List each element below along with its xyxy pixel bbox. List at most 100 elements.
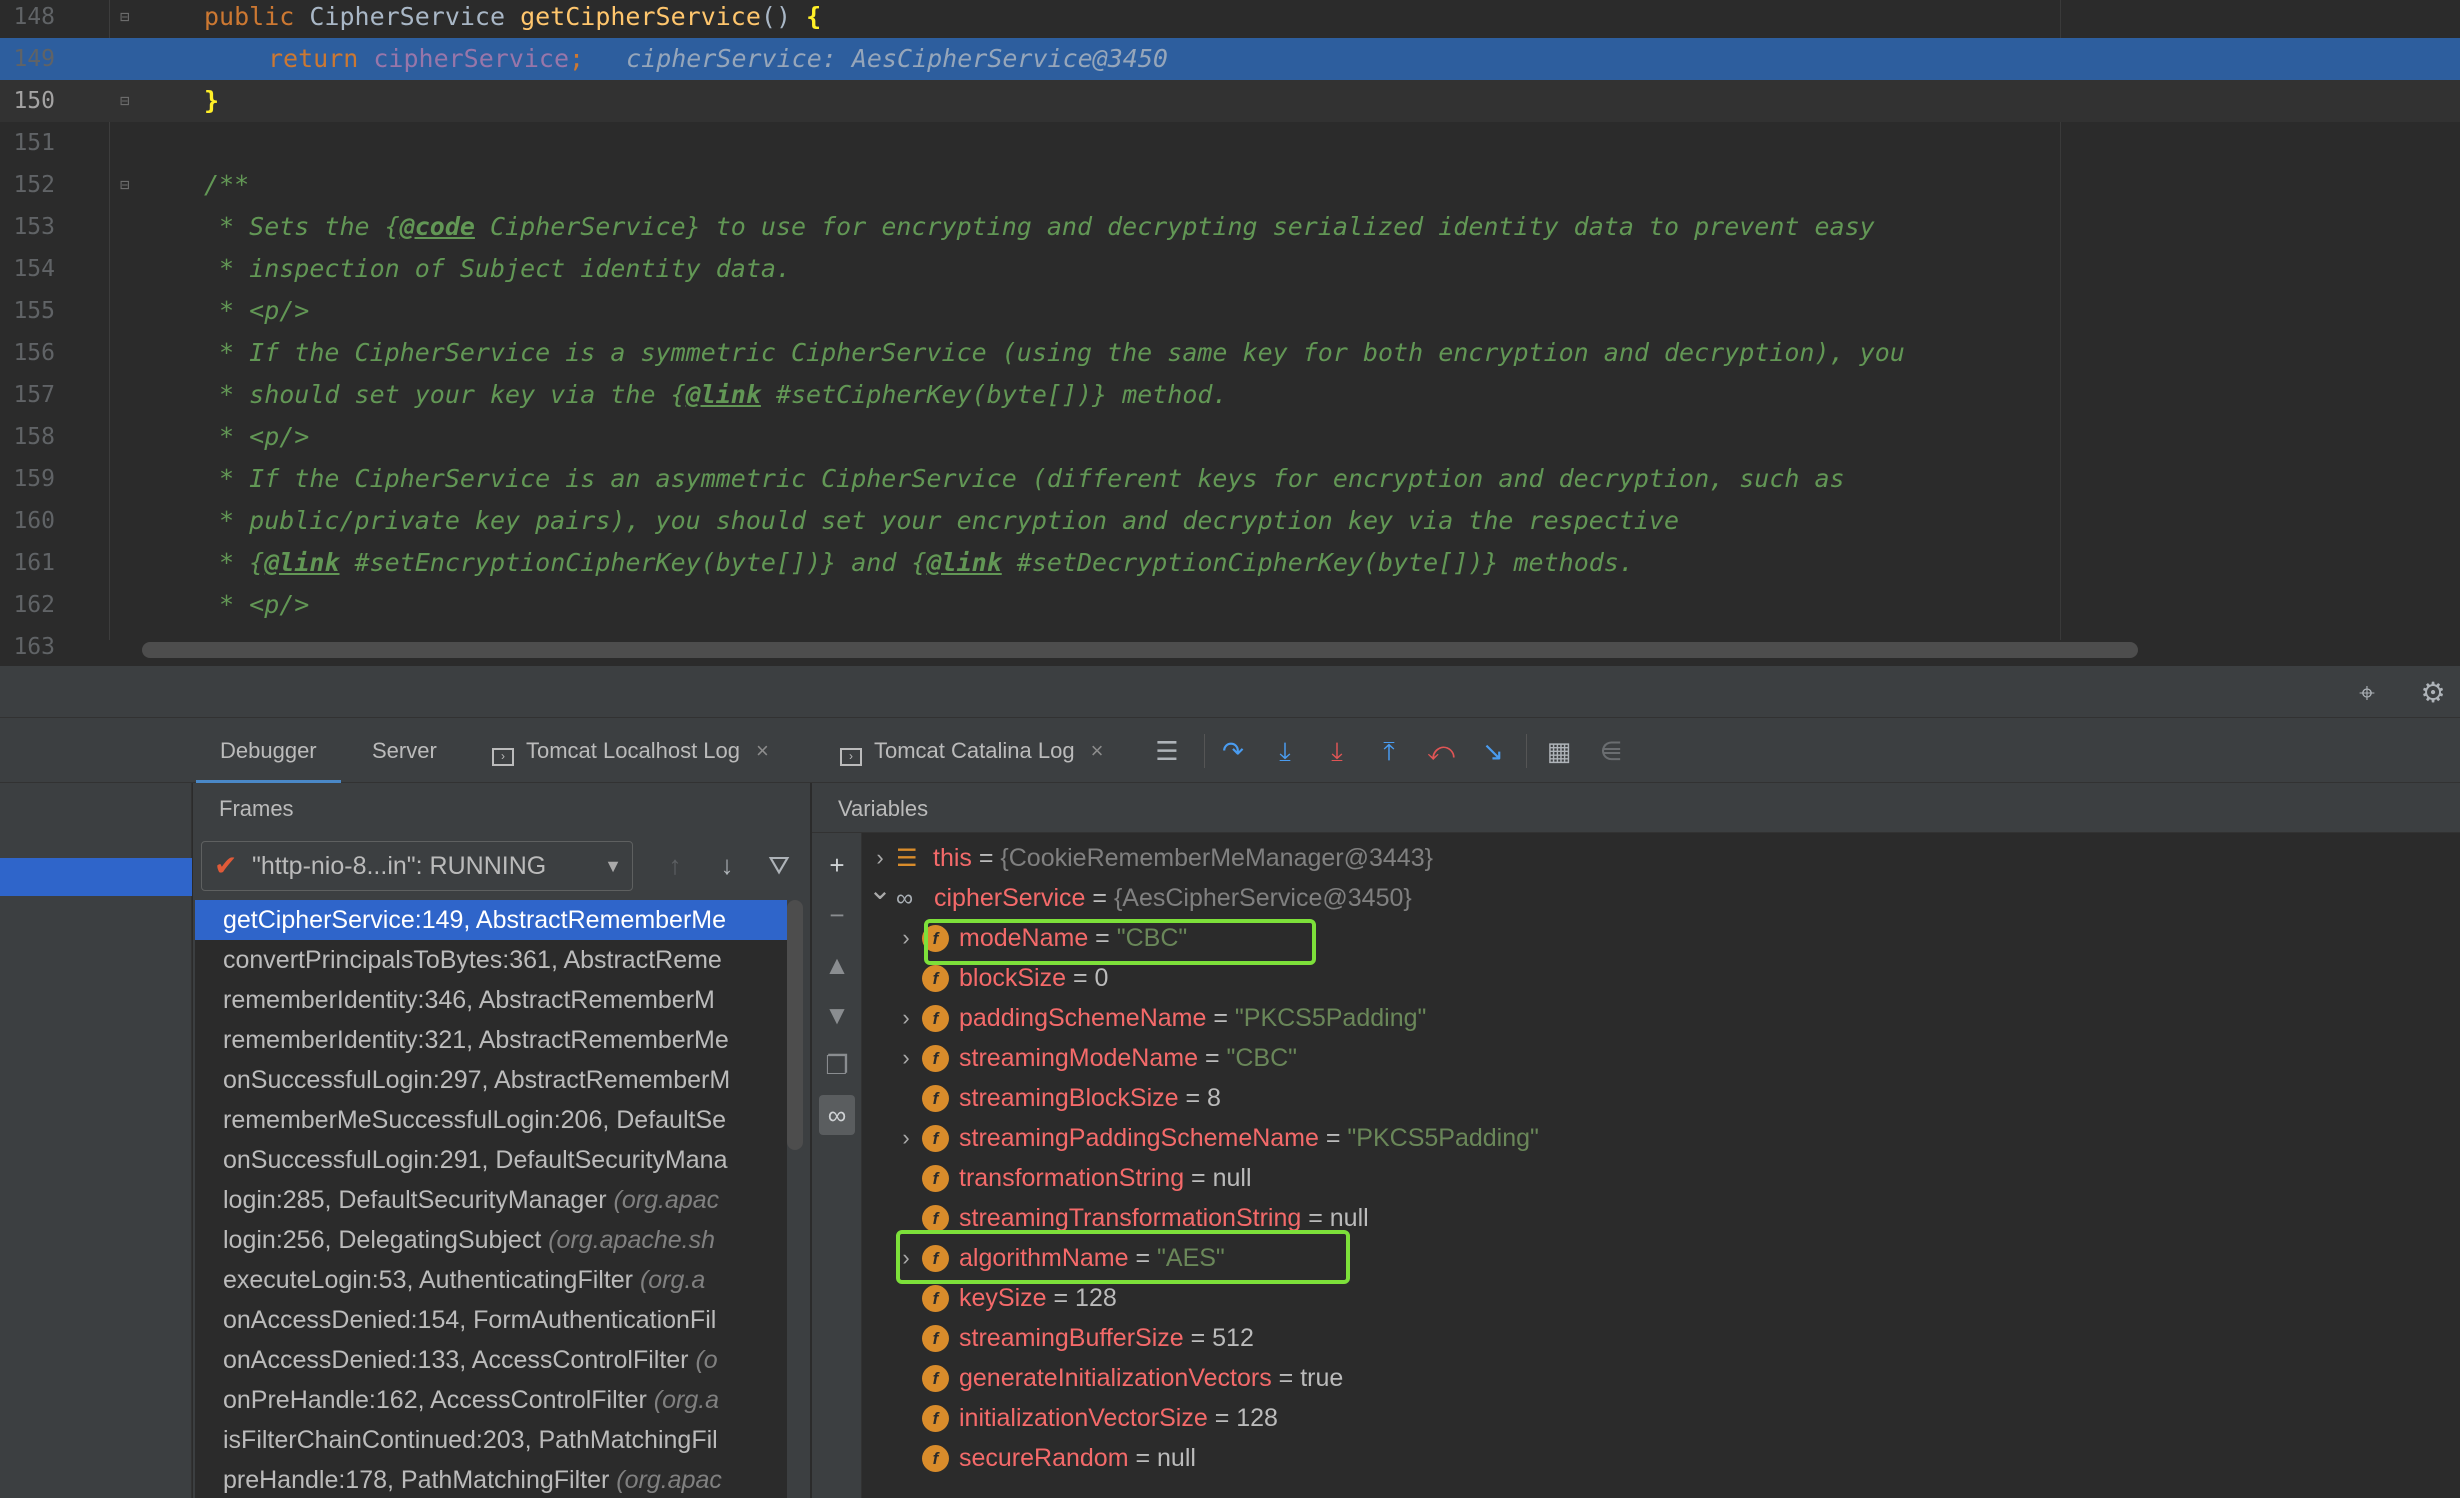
arrow-up-icon[interactable]: ↑ <box>657 845 693 885</box>
line-number[interactable]: 163 <box>0 626 55 665</box>
chevron-down-icon[interactable]: ⌄ <box>868 870 892 910</box>
step-over-icon[interactable]: ↷ <box>1216 734 1250 768</box>
code-line[interactable]: 153 * Sets the {@code CipherService} to … <box>0 206 2460 248</box>
selected-session[interactable] <box>0 858 192 896</box>
frame-row[interactable]: login:256, DelegatingSubject (org.apache… <box>195 1220 787 1260</box>
code-line[interactable]: 154 * inspection of Subject identity dat… <box>0 248 2460 290</box>
line-number[interactable]: 159 <box>0 458 55 500</box>
add-watch-icon[interactable]: + <box>819 845 855 885</box>
code-line[interactable]: 152 ⊟ /** <box>0 164 2460 206</box>
close-icon[interactable]: × <box>1091 738 1104 763</box>
gear-icon[interactable]: ⚙ <box>2418 678 2448 708</box>
chevron-right-icon[interactable]: › <box>894 918 918 958</box>
crosshair-icon[interactable]: ⌖ <box>2352 678 2382 708</box>
frame-row[interactable]: onPreHandle:162, AccessControlFilter (or… <box>195 1380 787 1420</box>
run-to-cursor-icon[interactable]: ↘ <box>1476 734 1510 768</box>
frame-row[interactable]: rememberIdentity:346, AbstractRememberM <box>195 980 787 1020</box>
code-line[interactable]: 162 * <p/> <box>0 584 2460 626</box>
thread-selector[interactable]: ✔ "http-nio-8...in": RUNNING ▼ <box>201 841 633 891</box>
code-line[interactable]: 151 <box>0 122 2460 164</box>
code-line[interactable]: 159 * If the CipherService is an asymmet… <box>0 458 2460 500</box>
tab-server[interactable]: Server <box>372 718 437 784</box>
frame-row[interactable]: isFilterChainContinued:203, PathMatching… <box>195 1420 787 1460</box>
watches-glasses-icon[interactable]: ∞ <box>819 1095 855 1135</box>
line-number[interactable]: 155 <box>0 290 55 332</box>
code-line[interactable]: 156 * If the CipherService is a symmetri… <box>0 332 2460 374</box>
line-number[interactable]: 158 <box>0 416 55 458</box>
fold-marker-icon[interactable]: ⊟ <box>120 9 136 25</box>
frame-row[interactable]: login:285, DefaultSecurityManager (org.a… <box>195 1180 787 1220</box>
code-line[interactable]: 157 * should set your key via the {@link… <box>0 374 2460 416</box>
frame-row[interactable]: onAccessDenied:133, AccessControlFilter … <box>195 1340 787 1380</box>
code-line[interactable]: 160 * public/private key pairs), you sho… <box>0 500 2460 542</box>
force-step-into-icon[interactable]: ⤓ <box>1320 734 1354 768</box>
line-number[interactable]: 160 <box>0 500 55 542</box>
frames-list[interactable]: getCipherService:149, AbstractRememberMe… <box>195 900 787 1498</box>
variable-row[interactable]: f keySize = 128 <box>922 1278 1117 1318</box>
variable-row[interactable]: f streamingPaddingSchemeName = "PKCS5Padd… <box>922 1118 1539 1158</box>
line-number[interactable]: 162 <box>0 584 55 626</box>
line-number[interactable]: 156 <box>0 332 55 374</box>
tab-tomcat-catalina-log[interactable]: › Tomcat Catalina Log × <box>840 718 1103 784</box>
frame-row[interactable]: rememberIdentity:321, AbstractRememberMe <box>195 1020 787 1060</box>
frame-row[interactable]: rememberMeSuccessfulLogin:206, DefaultSe <box>195 1100 787 1140</box>
frame-row[interactable]: executeLogin:53, AuthenticatingFilter (o… <box>195 1260 787 1300</box>
variable-row[interactable]: f generateInitializationVectors = true <box>922 1358 1343 1398</box>
line-number[interactable]: 154 <box>0 248 55 290</box>
code-line[interactable]: 158 * <p/> <box>0 416 2460 458</box>
code-line[interactable]: 150 ⊟} <box>0 80 2460 122</box>
fold-marker-icon[interactable]: ⊟ <box>120 93 136 109</box>
remove-watch-icon[interactable]: − <box>819 895 855 935</box>
show-execution-point-icon[interactable]: ☰ <box>1150 734 1184 768</box>
line-number[interactable]: 148 <box>0 0 55 38</box>
move-up-icon[interactable]: ▲ <box>819 945 855 985</box>
variable-row[interactable]: ∞ cipherService = {AesCipherService@3450} <box>896 878 1412 918</box>
variable-row[interactable]: ☰ this = {CookieRememberMeManager@3443} <box>896 838 1433 878</box>
code-line[interactable]: 155 * <p/> <box>0 290 2460 332</box>
line-number[interactable]: 150 <box>0 80 55 122</box>
variable-row[interactable]: f transformationString = null <box>922 1158 1252 1198</box>
line-number[interactable]: 161 <box>0 542 55 584</box>
frame-row[interactable]: getCipherService:149, AbstractRememberMe <box>195 900 787 940</box>
variable-row[interactable]: f streamingBufferSize = 512 <box>922 1318 1254 1358</box>
chevron-right-icon[interactable]: › <box>894 998 918 1038</box>
code-editor[interactable]: 148 ⊟ public CipherService getCipherServic… <box>0 0 2460 665</box>
variable-row[interactable]: f streamingBlockSize = 8 <box>922 1078 1221 1118</box>
code-line[interactable]: 161 * {@link #setEncryptionCipherKey(byt… <box>0 542 2460 584</box>
code-line[interactable]: 149 return cipherService; cipherService: A… <box>0 38 2460 80</box>
variable-row[interactable]: f paddingSchemeName = "PKCS5Padding" <box>922 998 1426 1038</box>
step-into-icon[interactable]: ⤓ <box>1268 734 1302 768</box>
arrow-down-icon[interactable]: ↓ <box>709 845 745 885</box>
line-number[interactable]: 151 <box>0 122 55 164</box>
code-token: } <box>204 86 220 115</box>
code-line[interactable]: 148 ⊟ public CipherService getCipherServic… <box>0 0 2460 38</box>
line-number[interactable]: 149 <box>0 38 55 80</box>
inline-debug-value[interactable]: cipherService: AesCipherService@3450 <box>626 44 1168 73</box>
frame-row[interactable]: onSuccessfulLogin:291, DefaultSecurityMa… <box>195 1140 787 1180</box>
filter-icon[interactable]: ⛛ <box>761 845 797 885</box>
evaluate-expression-icon[interactable]: ▦ <box>1542 734 1576 768</box>
code-text: * Sets the {@code CipherService} to use … <box>204 206 1875 248</box>
variable-row[interactable]: f secureRandom = null <box>922 1438 1196 1478</box>
frame-row[interactable]: preHandle:178, PathMatchingFilter (org.a… <box>195 1460 787 1498</box>
line-number[interactable]: 152 <box>0 164 55 206</box>
frame-row[interactable]: convertPrincipalsToBytes:361, AbstractRe… <box>195 940 787 980</box>
frame-row[interactable]: onSuccessfulLogin:297, AbstractRememberM <box>195 1060 787 1100</box>
copy-icon[interactable]: ❐ <box>819 1045 855 1085</box>
fold-marker-icon[interactable]: ⊟ <box>120 177 136 193</box>
step-out-icon[interactable]: ⤒ <box>1372 734 1406 768</box>
frames-scrollbar[interactable] <box>787 900 803 1150</box>
move-down-icon[interactable]: ▼ <box>819 995 855 1035</box>
tab-debugger[interactable]: Debugger <box>196 718 341 784</box>
frame-row[interactable]: onAccessDenied:154, FormAuthenticationFi… <box>195 1300 787 1340</box>
variable-row[interactable]: f streamingModeName = "CBC" <box>922 1038 1297 1078</box>
variable-row[interactable]: f initializationVectorSize = 128 <box>922 1398 1278 1438</box>
drop-frame-icon[interactable]: ⤺ <box>1424 734 1458 768</box>
line-number[interactable]: 157 <box>0 374 55 416</box>
chevron-right-icon[interactable]: › <box>894 1118 918 1158</box>
chevron-right-icon[interactable]: › <box>894 1038 918 1078</box>
line-number[interactable]: 153 <box>0 206 55 248</box>
tab-tomcat-localhost-log[interactable]: › Tomcat Localhost Log × <box>492 718 769 784</box>
editor-horizontal-scrollbar[interactable] <box>142 642 2138 658</box>
close-icon[interactable]: × <box>756 738 769 763</box>
